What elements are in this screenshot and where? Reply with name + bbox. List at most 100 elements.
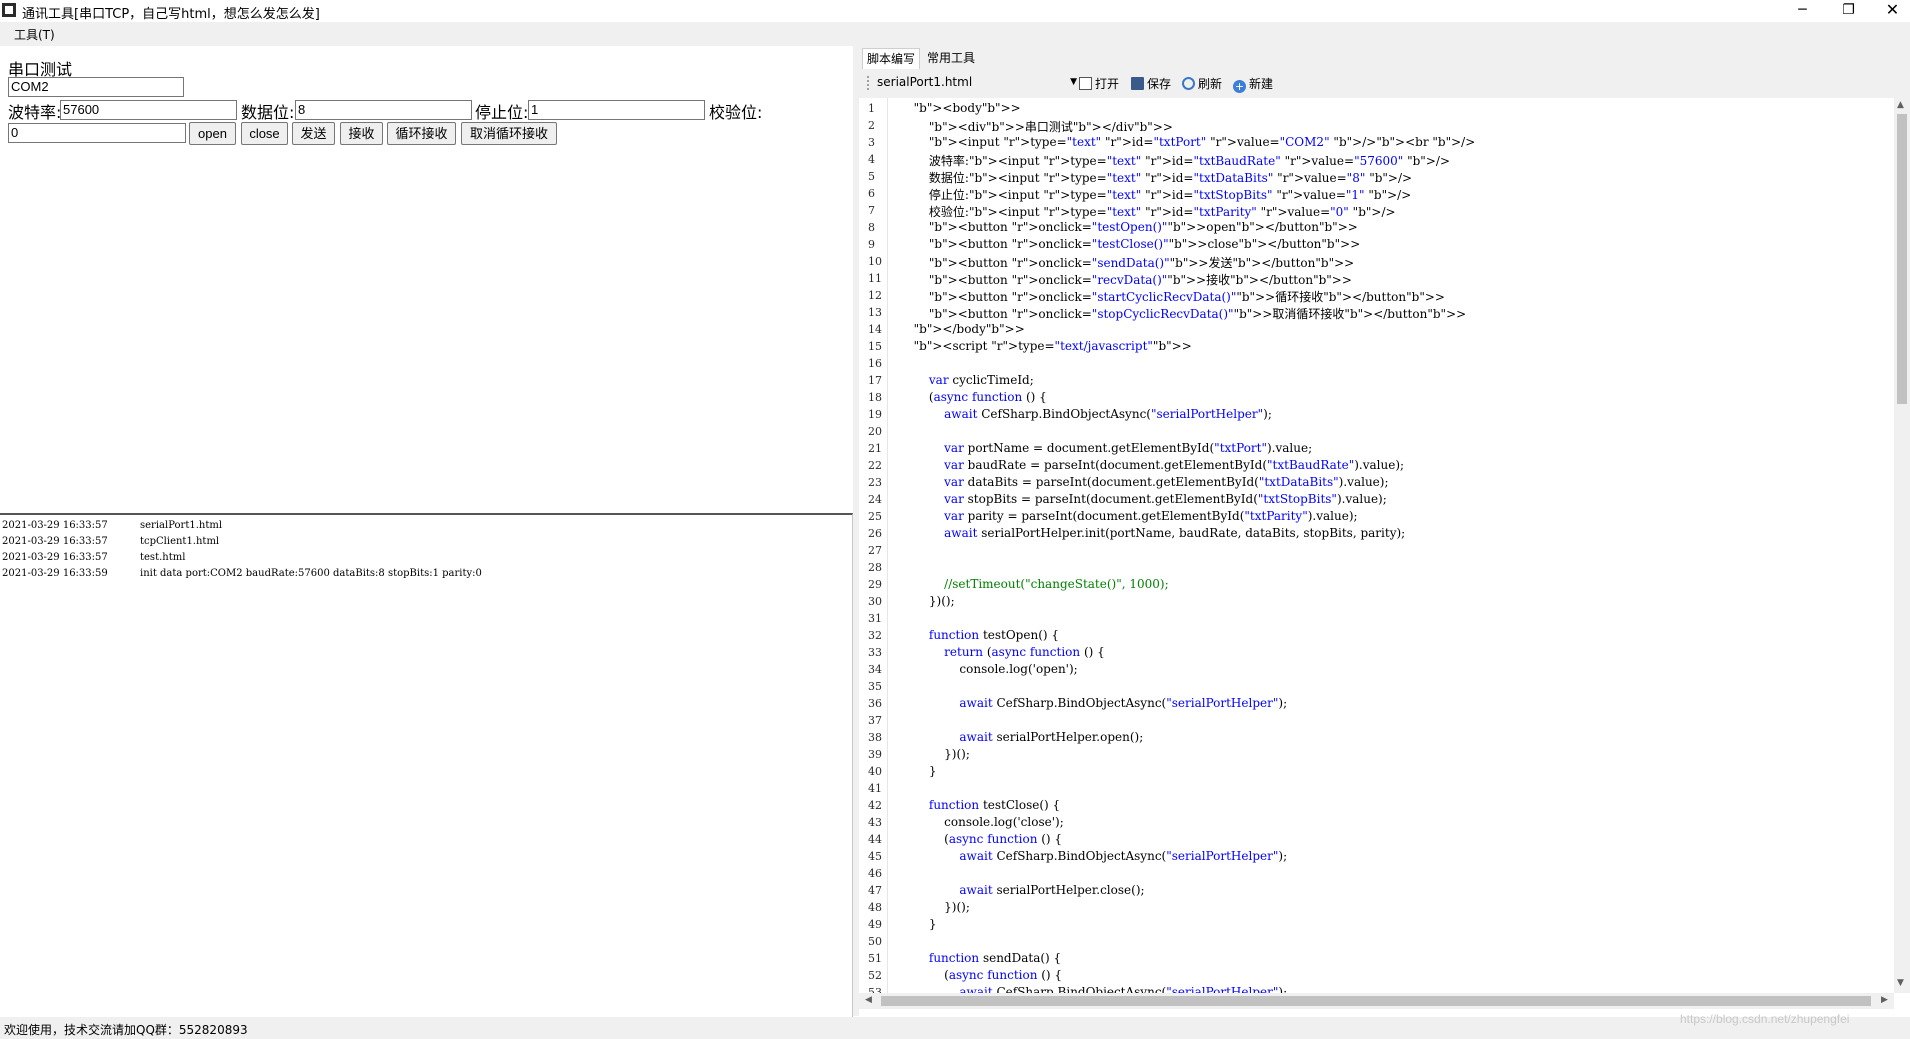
code-line: (async function () { [906,390,1047,404]
databits-label: 数据位: [241,103,295,122]
tab-common-tools[interactable]: 常用工具 [923,48,979,68]
stopbits-input[interactable]: 1 [528,100,705,120]
serial-test-form: 串口测试 COM2 波特率: 57600 数据位: 8 停止位: 1 校验位: … [0,46,856,511]
close-button[interactable]: ✕ [1870,0,1910,22]
refresh-icon [1182,77,1195,90]
line-number: 8 [868,221,875,234]
save-button[interactable]: 保存 [1131,75,1171,92]
code-line: var parity = parseInt(document.getElemen… [944,509,1358,523]
port-input[interactable]: COM2 [8,77,184,97]
line-number: 38 [868,731,882,744]
scroll-left-icon[interactable]: ◀ [865,995,872,1005]
menu-tools[interactable]: 工具(T) [14,26,55,43]
code-line: await CefSharp.BindObjectAsync("serialPo… [959,696,1288,710]
receive-button[interactable]: 接收 [340,122,383,145]
line-number: 13 [868,306,882,319]
code-line: })(); [906,900,970,914]
line-number: 45 [868,850,882,863]
code-line: function sendData() { [928,951,1062,965]
line-number: 28 [868,561,882,574]
plus-circle-icon: + [1233,80,1246,93]
code-editor[interactable]: 1 "b"><body"b">> 2 "b"><div"b">>串口测试"b"><… [859,98,1910,1016]
title-bar: 通讯工具[串口TCP，自己写html，想怎么发怎么发] ─ ❐ ✕ [0,0,1910,22]
code-line: 波特率:"b"><input "r">type="text" "r">id="t… [906,154,1450,168]
line-number: 19 [868,408,882,421]
code-line: "b"><button "r">onclick="testOpen()""b">… [928,220,1358,234]
stopbits-label: 停止位: [475,103,529,122]
vertical-scrollbar[interactable]: ▲ ▼ [1894,98,1910,993]
code-line: console.log('open'); [906,662,1078,676]
file-select[interactable]: serialPort1.html ▼ [877,75,1077,91]
line-number: 21 [868,442,882,455]
vertical-scroll-thumb[interactable] [1897,114,1907,404]
line-number: 23 [868,476,882,489]
minimize-button[interactable]: ─ [1780,0,1825,22]
code-area[interactable]: 1 "b"><body"b">> 2 "b"><div"b">>串口测试"b"><… [859,98,1894,993]
parity-input[interactable]: 0 [8,123,186,143]
code-line: await serialPortHelper.open(); [959,730,1144,744]
refresh-button[interactable]: 刷新 [1182,75,1222,92]
line-number: 9 [868,238,875,251]
line-number: 5 [868,170,875,183]
horizontal-scroll-thumb[interactable] [881,996,1871,1006]
file-select-value: serialPort1.html [877,75,973,89]
code-line: } [906,764,937,778]
parity-label: 校验位: [709,103,763,122]
editor-toolbar: serialPort1.html ▼ 打开 保存 刷新 + 新建 [859,70,1910,96]
cancel-cyclic-receive-button[interactable]: 取消循环接收 [461,122,557,145]
line-number: 22 [868,459,882,472]
open-file-icon [1079,77,1092,90]
tab-script-editing[interactable]: 脚本编写 [862,48,921,69]
line-number: 34 [868,663,882,676]
line-number: 51 [868,952,882,965]
code-line: var portName = document.getElementById("… [944,441,1313,455]
line-number: 50 [868,935,882,948]
line-number: 41 [868,782,882,795]
line-number: 18 [868,391,882,404]
restore-button[interactable]: ❐ [1826,0,1871,22]
line-number: 43 [868,816,882,829]
line-number: 24 [868,493,882,506]
script-editor-panel: 脚本编写 常用工具 serialPort1.html ▼ 打开 保存 刷新 + 新… [859,46,1910,1016]
log-line: 2021-03-29 16:33:57 serialPort1.html [2,520,223,531]
open-button[interactable]: open [189,122,236,145]
code-line: "b"><button "r">onclick="recvData()""b">… [928,273,1352,287]
code-line: (async function () { [906,968,1063,982]
code-line: 校验位:"b"><input "r">type="text" "r">id="t… [906,205,1396,219]
line-number: 48 [868,901,882,914]
code-line: return (async function () { [944,645,1105,659]
line-number: 6 [868,187,875,200]
databits-input[interactable]: 8 [295,100,472,120]
line-number: 33 [868,646,882,659]
code-line: await CefSharp.BindObjectAsync("serialPo… [944,407,1272,421]
cyclic-receive-button[interactable]: 循环接收 [387,122,456,145]
app-icon [2,3,16,17]
line-number: 32 [868,629,882,642]
code-line: 数据位:"b"><input "r">type="text" "r">id="t… [906,171,1413,185]
scroll-right-icon[interactable]: ▶ [1881,995,1888,1005]
line-number: 39 [868,748,882,761]
close-port-button[interactable]: close [241,122,288,145]
dropdown-arrow-icon: ▼ [1070,77,1077,87]
code-line: "b"><button "r">onclick="stopCyclicRecvD… [928,307,1467,321]
horizontal-scrollbar[interactable]: ◀ ▶ [859,993,1894,1009]
new-file-button[interactable]: + 新建 [1233,75,1273,93]
code-line: await CefSharp.BindObjectAsync("serialPo… [959,985,1288,993]
log-output[interactable]: 2021-03-29 16:33:57 serialPort1.html 2021… [0,513,853,1017]
line-number: 44 [868,833,882,846]
code-line: "b"><button "r">onclick="startCyclicRecv… [928,290,1445,304]
code-line: await CefSharp.BindObjectAsync("serialPo… [959,849,1288,863]
line-number: 42 [868,799,882,812]
line-number: 15 [868,340,882,353]
code-line: "b"><body"b">> [913,101,1021,115]
line-number: 37 [868,714,882,727]
line-number: 27 [868,544,882,557]
baud-input[interactable]: 57600 [60,100,237,120]
code-line: await serialPortHelper.close(); [959,883,1145,897]
scroll-up-icon[interactable]: ▲ [1897,100,1904,110]
send-button[interactable]: 发送 [292,122,335,145]
open-file-button[interactable]: 打开 [1079,75,1119,92]
line-number: 16 [868,357,882,370]
log-line: 2021-03-29 16:33:59 init data port:COM2 b… [2,568,482,579]
scroll-down-icon[interactable]: ▼ [1897,978,1904,988]
